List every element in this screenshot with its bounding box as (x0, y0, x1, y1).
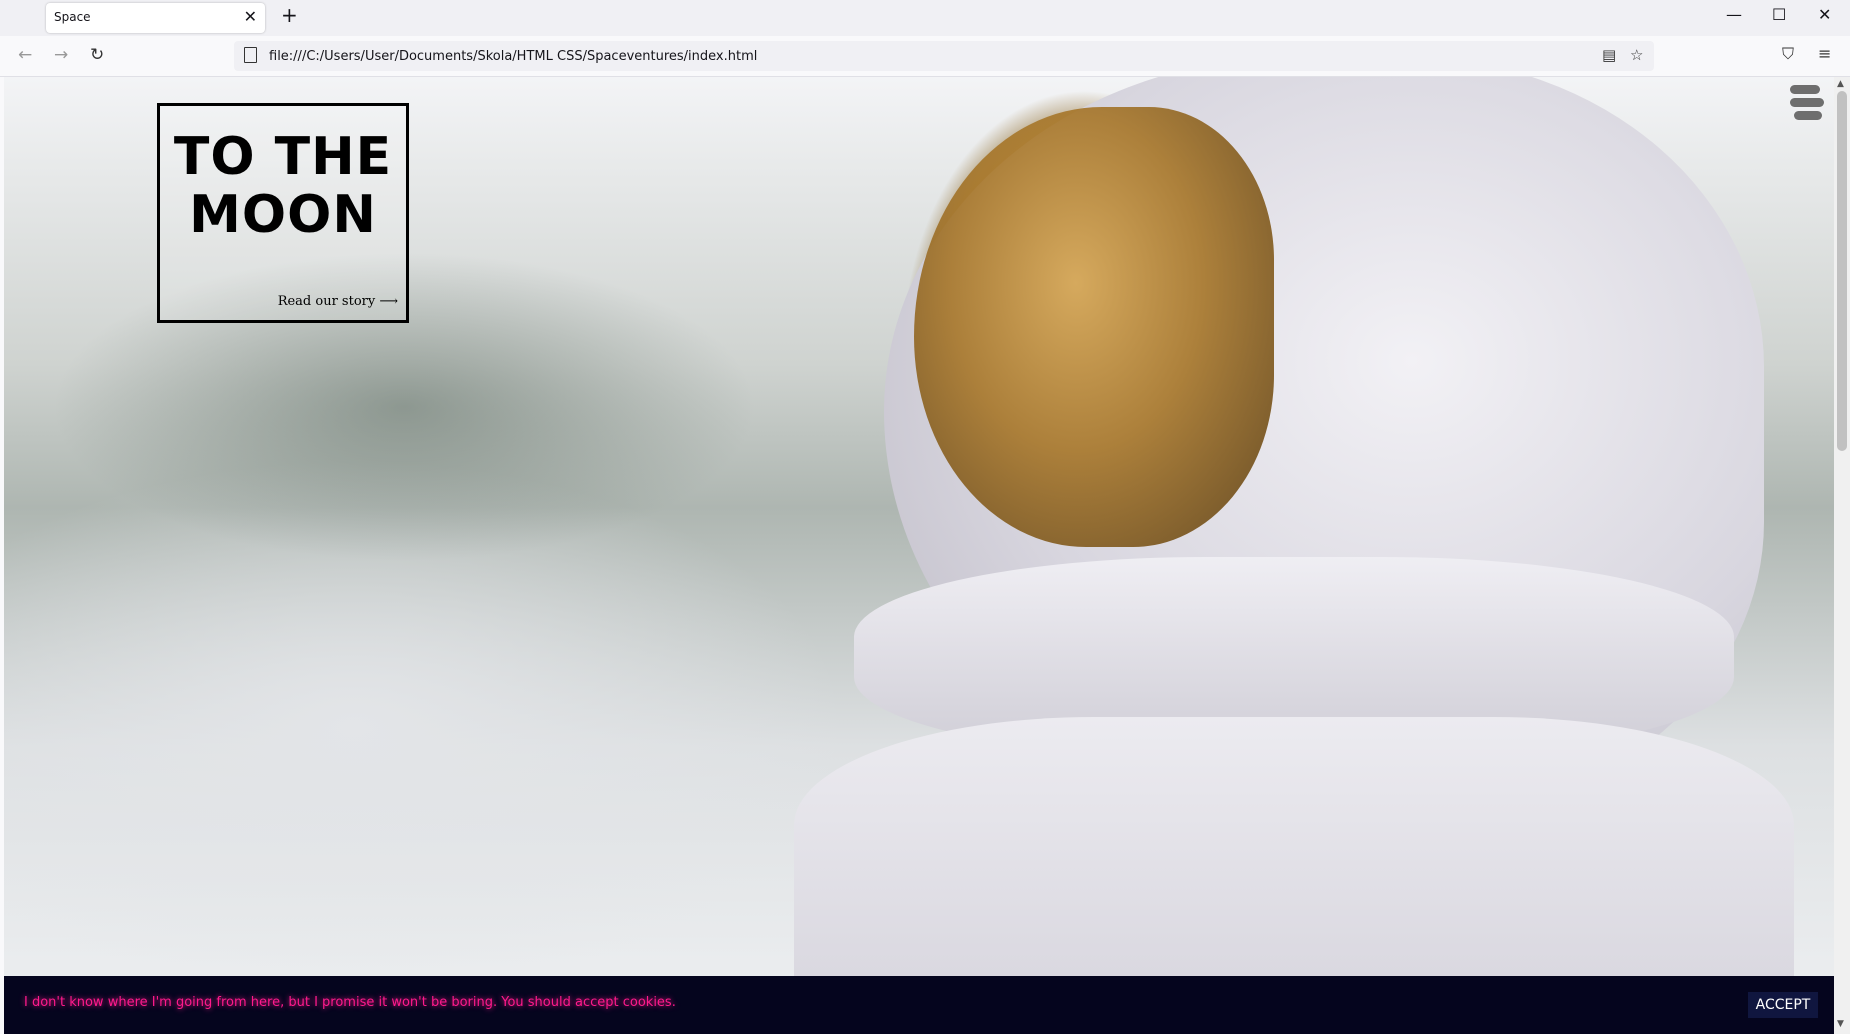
browser-titlebar: Space ✕ + — ☐ ✕ (0, 0, 1850, 36)
cookie-banner: I don't know where I'm going from here, … (4, 976, 1834, 1034)
close-tab-icon[interactable]: ✕ (244, 7, 257, 26)
reload-icon[interactable]: ↻ (90, 45, 104, 65)
browser-navbar: ← → ↻ file:///C:/Users/User/Documents/Sk… (0, 36, 1850, 77)
url-bar[interactable]: file:///C:/Users/User/Documents/Skola/HT… (234, 41, 1654, 71)
cookie-message: I don't know where I'm going from here, … (24, 995, 676, 1010)
maximize-icon[interactable]: ☐ (1772, 5, 1786, 24)
page-scrollbar[interactable]: ▲ ▼ (1834, 77, 1850, 1034)
new-tab-button[interactable]: + (281, 3, 298, 27)
scroll-up-icon[interactable]: ▲ (1837, 79, 1844, 89)
url-text[interactable]: file:///C:/Users/User/Documents/Skola/HT… (269, 49, 757, 64)
scroll-thumb[interactable] (1837, 91, 1847, 451)
tab-title: Space (54, 10, 91, 24)
pocket-icon[interactable]: ⛉ (1782, 44, 1794, 64)
page-viewport: TO THE MOON Read our story ⟶ I don't kno… (4, 77, 1834, 1034)
accept-cookies-button[interactable]: ACCEPT (1748, 992, 1818, 1018)
hamburger-menu-icon[interactable] (1790, 85, 1824, 125)
bookmark-star-icon[interactable]: ☆ (1630, 46, 1643, 64)
menu-bar-middle (1790, 98, 1824, 107)
page-icon (244, 47, 257, 63)
astronaut-visor (914, 107, 1274, 547)
menu-bar-top (1790, 85, 1820, 94)
app-menu-icon[interactable]: ≡ (1818, 44, 1831, 63)
menu-bar-bottom (1794, 111, 1822, 120)
minimize-icon[interactable]: — (1726, 5, 1742, 24)
tab-space[interactable]: Space ✕ (46, 3, 265, 33)
reader-mode-icon[interactable]: ▤ (1602, 46, 1616, 64)
window-close-icon[interactable]: ✕ (1818, 5, 1831, 24)
forward-arrow-icon[interactable]: → (54, 45, 68, 65)
back-arrow-icon[interactable]: ← (18, 45, 32, 65)
hero-card: TO THE MOON Read our story ⟶ (157, 103, 409, 323)
read-story-link[interactable]: Read our story ⟶ (278, 294, 398, 309)
hero-title: TO THE MOON (173, 127, 393, 245)
scroll-down-icon[interactable]: ▼ (1837, 1019, 1844, 1029)
